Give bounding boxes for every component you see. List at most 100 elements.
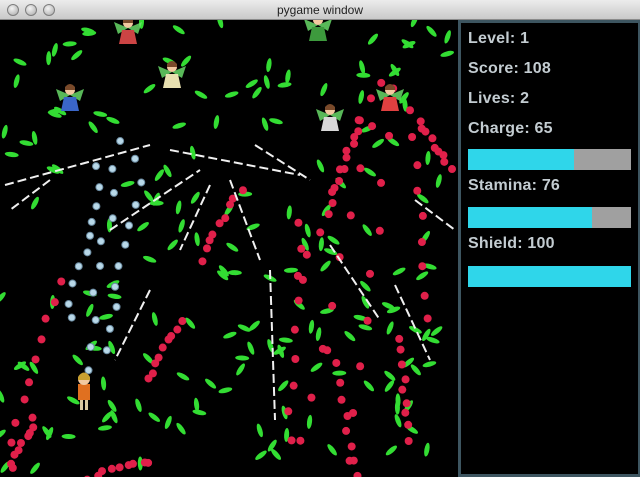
leaf-bullet bbox=[444, 30, 451, 44]
leaf-bullet bbox=[384, 380, 395, 392]
leaf-bullet bbox=[392, 267, 406, 276]
leaf-bullet bbox=[261, 117, 269, 131]
leaf-bullet bbox=[367, 33, 378, 45]
stamina-bar-fill bbox=[468, 207, 592, 228]
leaf-bullet bbox=[362, 224, 372, 236]
red-bullet bbox=[342, 153, 351, 162]
orb-bullets bbox=[64, 137, 146, 375]
leaf-bullet bbox=[363, 380, 375, 392]
red-bullet bbox=[284, 407, 293, 416]
red-bullet bbox=[287, 436, 296, 445]
red-bullet bbox=[404, 436, 413, 445]
enemy-fairy-sprite bbox=[316, 104, 344, 131]
red-bullet bbox=[353, 471, 362, 477]
level-label: Level: 1 bbox=[468, 30, 530, 47]
red-bullet bbox=[448, 165, 457, 174]
red-bullet bbox=[307, 393, 316, 402]
orb-bullet bbox=[92, 162, 101, 171]
red-bullet bbox=[423, 314, 432, 323]
player-sprite bbox=[78, 372, 90, 410]
enemy-fairy-sprite bbox=[56, 84, 84, 111]
red-bullet bbox=[337, 395, 346, 404]
orb-bullet bbox=[131, 154, 140, 163]
orb-bullet bbox=[112, 302, 121, 311]
leaf-bullet bbox=[46, 51, 52, 66]
red-bullet bbox=[375, 226, 384, 235]
red-bullets bbox=[7, 78, 457, 477]
red-bullet bbox=[226, 200, 235, 209]
red-bullet bbox=[428, 134, 437, 143]
leaf-bullet bbox=[286, 205, 292, 220]
orb-bullet bbox=[108, 214, 117, 223]
leaf-bullet bbox=[101, 376, 107, 391]
red-bullet bbox=[354, 116, 363, 125]
white-beam bbox=[169, 149, 301, 176]
leaf-bullet bbox=[271, 448, 282, 460]
red-bullet bbox=[368, 122, 377, 131]
leaf-bullet bbox=[13, 74, 20, 88]
leaf-bullet bbox=[86, 303, 94, 317]
leaf-bullet bbox=[327, 444, 337, 456]
pygame-window: pygame window Level: 1 Score: 108 Lives:… bbox=[0, 0, 640, 477]
red-bullet bbox=[413, 186, 422, 195]
leaf-bullet bbox=[151, 312, 158, 326]
orb-bullet bbox=[89, 288, 98, 297]
red-bullet bbox=[7, 438, 16, 447]
leaf-bullet bbox=[263, 75, 270, 89]
leaf-bullet bbox=[192, 409, 207, 416]
leaf-bullet bbox=[190, 191, 200, 204]
red-bullet bbox=[16, 438, 25, 447]
leaf-bullet bbox=[266, 58, 272, 73]
red-bullet bbox=[417, 238, 426, 247]
red-bullet bbox=[11, 418, 20, 427]
red-bullet bbox=[420, 291, 429, 300]
leaf-bullet bbox=[236, 363, 245, 376]
leaf-bullet bbox=[386, 321, 394, 335]
red-bullet bbox=[416, 117, 425, 126]
red-bullet bbox=[366, 269, 375, 278]
red-bullet bbox=[347, 442, 356, 451]
orb-bullet bbox=[74, 262, 83, 271]
red-bullet bbox=[336, 378, 345, 387]
game-playfield[interactable] bbox=[0, 20, 457, 477]
leaf-bullet bbox=[135, 398, 142, 412]
leaf-bullet bbox=[344, 331, 356, 342]
red-bullet bbox=[291, 354, 300, 363]
leaf-bullet bbox=[143, 84, 156, 94]
orb-bullet bbox=[91, 316, 100, 325]
leaf-bullet bbox=[252, 86, 262, 99]
leaf-bullet bbox=[269, 118, 283, 125]
white-beam bbox=[329, 244, 381, 321]
leaf-bullet bbox=[440, 50, 454, 57]
orb-bullet bbox=[96, 237, 105, 246]
leaf-bullet bbox=[256, 423, 263, 438]
orb-bullet bbox=[67, 313, 76, 322]
leaf-bullet bbox=[0, 429, 6, 440]
leaf-bullet bbox=[304, 223, 311, 238]
red-bullet bbox=[57, 277, 66, 286]
red-bullet bbox=[397, 360, 406, 369]
orb-bullet bbox=[64, 299, 73, 308]
red-bullet bbox=[173, 325, 182, 334]
leaf-bullet bbox=[332, 370, 347, 376]
orb-bullet bbox=[68, 279, 77, 288]
red-bullet bbox=[342, 426, 351, 435]
red-bullet bbox=[289, 381, 298, 390]
red-bullet bbox=[24, 432, 33, 441]
leaf-bullet bbox=[62, 41, 77, 47]
leaf-bullet bbox=[154, 169, 164, 181]
leaf-bullet bbox=[320, 260, 331, 272]
red-bullet bbox=[198, 257, 207, 266]
red-bullet bbox=[377, 178, 386, 187]
leaf-bullet bbox=[363, 167, 376, 177]
leaf-bullet bbox=[223, 331, 237, 339]
red-bullet bbox=[385, 131, 394, 140]
leaf-bullet bbox=[315, 327, 322, 342]
red-bullet bbox=[332, 358, 341, 367]
red-bullet bbox=[395, 334, 404, 343]
orb-bullet bbox=[87, 217, 96, 226]
red-bullet bbox=[356, 362, 365, 371]
leaf-bullet bbox=[245, 79, 258, 88]
orb-bullet bbox=[92, 202, 101, 211]
orb-bullet bbox=[83, 248, 92, 257]
